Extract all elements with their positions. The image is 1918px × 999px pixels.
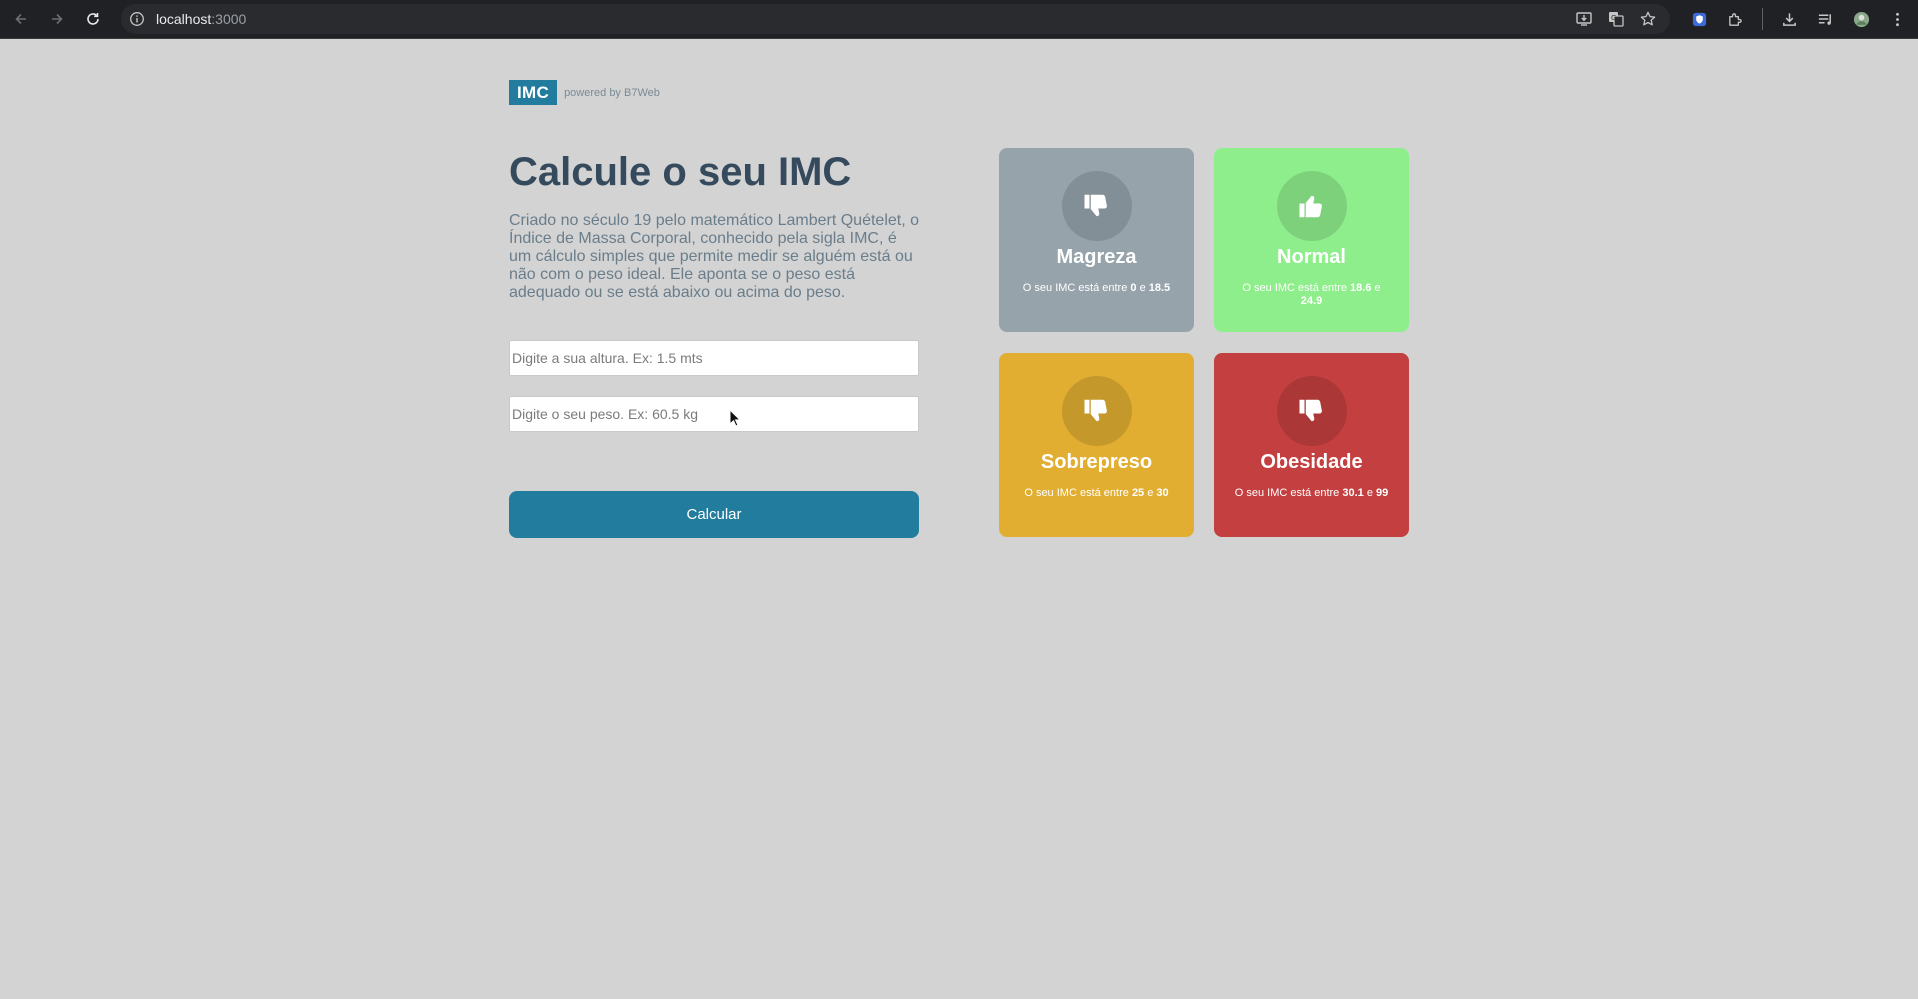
page-description: Criado no século 19 pelo matemático Lamb…: [509, 212, 920, 301]
extensions-puzzle-icon[interactable]: [1722, 6, 1748, 32]
range-min: 18.6: [1350, 282, 1372, 294]
card-range-text: O seu IMC está entre 18.6 e 24.9: [1234, 282, 1389, 308]
range-joiner: e: [1144, 487, 1157, 499]
powered-by-text: powered by B7Web: [564, 86, 660, 99]
range-max: 24.9: [1300, 295, 1323, 307]
browser-toolbar: localhost:3000 G: [0, 0, 1918, 39]
card-title: Normal: [1277, 246, 1346, 268]
height-input[interactable]: [509, 340, 919, 376]
range-min: 30.1: [1342, 487, 1364, 499]
range-joiner: e: [1371, 282, 1381, 294]
range-prefix: O seu IMC está entre: [1024, 487, 1132, 499]
level-card-obesidade: Obesidade O seu IMC está entre 30.1 e 99: [1214, 353, 1409, 537]
svg-text:G: G: [1611, 14, 1616, 22]
url-port: :3000: [211, 11, 247, 27]
range-joiner: e: [1363, 487, 1376, 499]
weight-input[interactable]: [509, 396, 919, 432]
range-max: 18.5: [1148, 282, 1171, 294]
browser-menu-icon[interactable]: [1884, 6, 1910, 32]
calculate-button[interactable]: Calcular: [509, 491, 919, 538]
range-min: 25: [1131, 487, 1145, 499]
header-logo: IMC powered by B7Web: [509, 80, 660, 105]
media-queue-icon[interactable]: [1812, 6, 1838, 32]
extension-shield-icon[interactable]: [1686, 6, 1712, 32]
thumbs-up-icon: [1277, 171, 1347, 241]
range-joiner: e: [1136, 282, 1149, 294]
range-prefix: O seu IMC está entre: [1234, 487, 1343, 499]
range-max: 99: [1376, 487, 1389, 499]
thumbs-down-icon: [1062, 376, 1132, 446]
back-icon[interactable]: [8, 6, 34, 32]
page-title: Calcule o seu IMC: [509, 150, 852, 194]
range-max: 30: [1156, 487, 1169, 499]
level-card-normal: Normal O seu IMC está entre 18.6 e 24.9: [1214, 148, 1409, 332]
url-text: localhost:3000: [156, 11, 246, 27]
card-range-text: O seu IMC está entre 0 e 18.5: [1019, 282, 1174, 295]
range-prefix: O seu IMC está entre: [1022, 282, 1131, 294]
card-range-text: O seu IMC está entre 30.1 e 99: [1234, 487, 1389, 500]
url-host: localhost: [156, 11, 212, 27]
card-title: Sobrepreso: [1040, 451, 1153, 473]
toolbar-divider: [1762, 8, 1763, 30]
reload-icon[interactable]: [80, 6, 106, 32]
level-card-magreza: Magreza O seu IMC está entre 0 e 18.5: [999, 148, 1194, 332]
card-title: Obesidade: [1260, 451, 1363, 473]
address-bar[interactable]: localhost:3000 G: [121, 4, 1670, 34]
translate-icon[interactable]: G: [1607, 10, 1625, 28]
downloads-icon[interactable]: [1776, 6, 1802, 32]
profile-avatar-icon[interactable]: [1848, 6, 1874, 32]
thumbs-down-icon: [1062, 171, 1132, 241]
range-prefix: O seu IMC está entre: [1242, 282, 1350, 294]
site-info-icon[interactable]: [129, 11, 145, 27]
page-content: IMC powered by B7Web Calcule o seu IMC C…: [0, 40, 1918, 999]
thumbs-down-icon: [1277, 376, 1347, 446]
card-range-text: O seu IMC está entre 25 e 30: [1019, 487, 1174, 500]
card-title: Magreza: [1056, 246, 1137, 268]
mouse-cursor-icon: [729, 409, 741, 427]
install-app-icon[interactable]: [1575, 10, 1593, 28]
left-side: Calcule o seu IMC Criado no século 19 pe…: [509, 148, 919, 302]
forward-icon[interactable]: [44, 6, 70, 32]
level-card-sobrepreso: Sobrepreso O seu IMC está entre 25 e 30: [999, 353, 1194, 537]
bookmark-star-icon[interactable]: [1639, 10, 1657, 28]
imc-logo-badge: IMC: [509, 80, 558, 105]
